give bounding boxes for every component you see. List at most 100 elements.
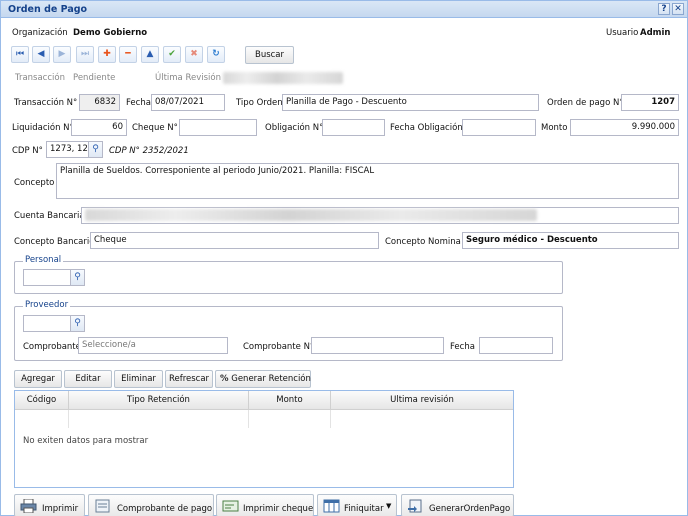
comprobante-n-field[interactable] (311, 337, 444, 354)
orden-pago-label: Orden de pago N° (547, 98, 624, 108)
generar-retencion-label: Generar Retención (231, 374, 311, 384)
personal-fieldset: Personal ⚲ (14, 255, 563, 294)
cuenta-label: Cuenta Bancaria (14, 211, 85, 221)
concepto-bancario-label: Concepto Bancario (14, 237, 95, 247)
magnifier-icon: ⚲ (74, 318, 81, 328)
personal-field[interactable] (23, 269, 71, 286)
magnifier-icon: ⚲ (74, 272, 81, 282)
obligacion-field[interactable] (322, 119, 385, 136)
col-ultima-revision[interactable]: Ultima revisión (331, 391, 513, 410)
concepto-nomina-label: Concepto Nomina (385, 237, 461, 247)
cancel-button[interactable]: ✖ (185, 46, 203, 63)
editar-button[interactable]: Editar (64, 370, 112, 388)
col-tipo-retencion[interactable]: Tipo Retención (69, 391, 249, 410)
monto-field[interactable]: 9.990.000 (570, 119, 679, 136)
refresh-icon: ↻ (212, 49, 220, 59)
concepto-bancario-field[interactable]: Cheque (90, 232, 379, 249)
grid-col-line (249, 410, 331, 428)
proveedor-search-button[interactable]: ⚲ (71, 315, 85, 332)
retenciones-grid: Código Tipo Retención Monto Ultima revis… (14, 390, 514, 488)
org-label: Organización (12, 28, 68, 38)
first-icon: ⏮ (15, 49, 25, 59)
concepto-label: Concepto (14, 178, 55, 188)
transaccion-field: 6832 (79, 94, 120, 111)
next-icon: ▶ (58, 49, 66, 59)
prev-record-button[interactable]: ◀ (32, 46, 50, 63)
fecha-obligacion-field[interactable] (462, 119, 536, 136)
grid-empty-text: No exiten datos para mostrar (23, 436, 149, 446)
up-icon: ▲ (146, 49, 154, 59)
personal-search-button[interactable]: ⚲ (71, 269, 85, 286)
comprobante-label: Comprobante (23, 342, 81, 352)
cuenta-redacted (85, 209, 537, 221)
document-icon (95, 499, 110, 513)
x-icon: ✖ (190, 49, 198, 59)
generar-retencion-button[interactable]: % Generar Retención (215, 370, 311, 388)
imprimir-label: Imprimir (42, 504, 79, 514)
orden-pago-field[interactable]: 1207 (621, 94, 679, 111)
cdp-label: CDP N° (12, 146, 43, 156)
next-record-button[interactable]: ▶ (53, 46, 71, 63)
comprobante-n-label: Comprobante N° (243, 342, 315, 352)
grid-col-line (69, 410, 249, 428)
order-window: Orden de Pago ? ✕ Organización Demo Gobi… (0, 0, 688, 516)
col-monto[interactable]: Monto (249, 391, 331, 410)
proveedor-fecha-field[interactable] (479, 337, 553, 354)
cdp-field[interactable]: 1273, 12 (46, 141, 89, 158)
tipo-orden-label: Tipo Orden (236, 98, 283, 108)
check-icon: ✔ (168, 49, 176, 59)
first-record-button[interactable]: ⏮ (11, 46, 29, 63)
eliminar-button[interactable]: Eliminar (114, 370, 163, 388)
window-titlebar: Orden de Pago ? ✕ (1, 1, 687, 18)
grid-header: Código Tipo Retención Monto Ultima revis… (15, 391, 513, 410)
close-button[interactable]: ✕ (672, 3, 684, 15)
comprobante-pago-button[interactable]: Comprobante de pago (88, 494, 214, 516)
cheque-field[interactable] (179, 119, 257, 136)
cheque-icon (222, 500, 239, 512)
liquidacion-label: Liquidación N° (12, 123, 74, 133)
last-icon: ⏭ (80, 49, 90, 59)
org-value: Demo Gobierno (73, 28, 148, 38)
cheque-label: Cheque N° (132, 123, 178, 133)
last-record-button[interactable]: ⏭ (76, 46, 94, 63)
ultima-revision-redacted (223, 72, 343, 84)
comprobante-select[interactable]: Seleccione/a (78, 337, 228, 354)
fecha-field[interactable]: 08/07/2021 (151, 94, 225, 111)
up-button[interactable]: ▲ (141, 46, 159, 63)
proveedor-field[interactable] (23, 315, 71, 332)
remove-record-button[interactable]: ━ (119, 46, 137, 63)
search-button[interactable]: Buscar (245, 46, 294, 64)
refrescar-button[interactable]: Refrescar (165, 370, 213, 388)
refresh-button[interactable]: ↻ (207, 46, 225, 63)
plus-icon: ✚ (103, 49, 111, 59)
generar-orden-button[interactable]: GenerarOrdenPago (401, 494, 514, 516)
window-title: Orden de Pago (8, 4, 88, 15)
fecha-label: Fecha (126, 98, 151, 108)
transaccion-label: Transacción N° (14, 98, 78, 108)
fecha-obligacion-label: Fecha Obligación (390, 123, 463, 133)
cdp-search-button[interactable]: ⚲ (89, 141, 103, 158)
ultima-revision-label: Última Revisión (155, 73, 221, 83)
user-value: Admin (640, 28, 671, 38)
imprimir-cheque-button[interactable]: Imprimir cheque (216, 494, 314, 516)
table-icon (323, 499, 340, 513)
accept-button[interactable]: ✔ (163, 46, 181, 63)
proveedor-fieldset: Proveedor ⚲ Comprobante Seleccione/a Com… (14, 300, 563, 361)
liquidacion-field[interactable]: 60 (71, 119, 127, 136)
help-button[interactable]: ? (658, 3, 670, 15)
proveedor-fecha-label: Fecha (450, 342, 475, 352)
finiquitar-button[interactable]: Finiquitar ▼ (317, 494, 397, 516)
cdp-note: CDP N° 2352/2021 (109, 146, 189, 156)
minus-icon: ━ (125, 49, 131, 59)
obligacion-label: Obligación N° (265, 123, 324, 133)
col-codigo[interactable]: Código (15, 391, 69, 410)
concepto-nomina-field[interactable]: Seguro médico - Descuento (462, 232, 679, 249)
concepto-textarea[interactable]: Planilla de Sueldos. Corresponiente al p… (56, 163, 679, 199)
grid-col-line (15, 410, 69, 428)
chevron-down-icon[interactable]: ▼ (386, 502, 391, 510)
imprimir-button[interactable]: Imprimir (14, 494, 85, 516)
add-record-button[interactable]: ✚ (98, 46, 116, 63)
percent-icon: % (220, 374, 229, 384)
tipo-orden-field[interactable]: Planilla de Pago - Descuento (282, 94, 539, 111)
agregar-button[interactable]: Agregar (14, 370, 62, 388)
